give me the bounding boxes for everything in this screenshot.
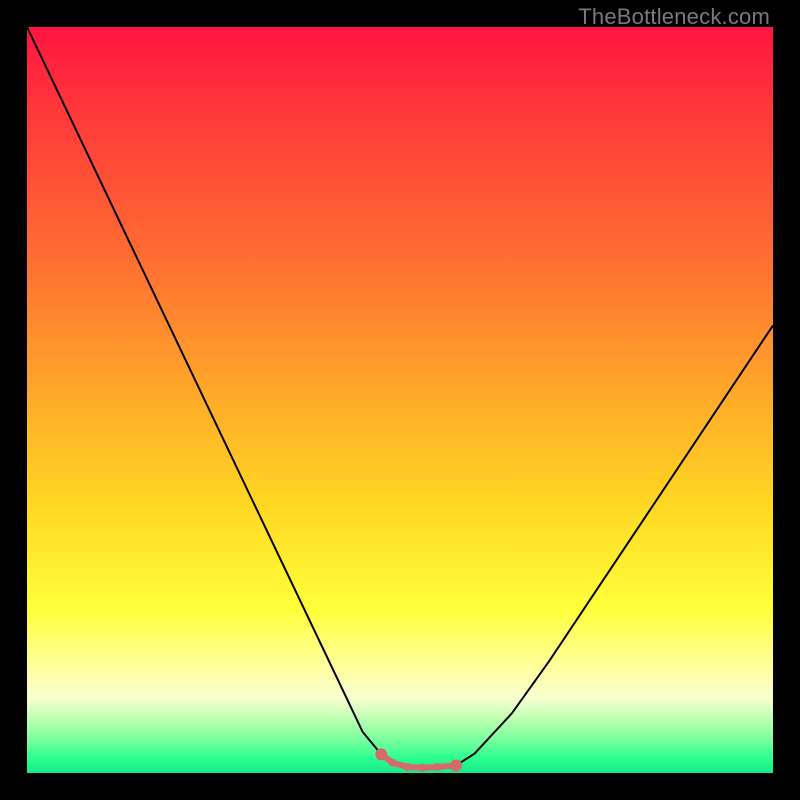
curve-svg: [27, 27, 773, 773]
flat-dot: [433, 763, 441, 771]
flat-dot: [450, 760, 462, 772]
flat-dot: [389, 759, 397, 767]
flat-dot: [404, 763, 412, 771]
flat-dot: [375, 748, 387, 760]
flat-dot: [418, 764, 426, 772]
outer-frame: TheBottleneck.com: [0, 0, 800, 800]
bottleneck-curve: [27, 27, 773, 768]
plot-area: [27, 27, 773, 773]
